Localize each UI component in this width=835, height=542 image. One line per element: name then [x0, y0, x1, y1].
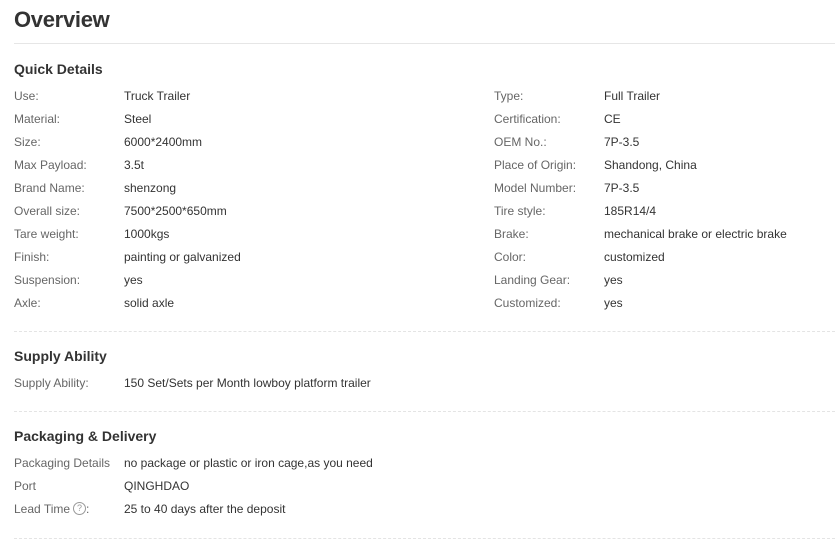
detail-value: yes: [124, 273, 143, 287]
detail-label: OEM No.:: [494, 135, 547, 149]
detail-label: Packaging Details: [14, 456, 111, 470]
detail-label: Brake:: [494, 227, 529, 241]
detail-label: Landing Gear:: [494, 273, 571, 287]
detail-row-suspension: Suspension: yes: [14, 271, 484, 289]
detail-value: Full Trailer: [604, 89, 661, 103]
detail-value: Steel: [124, 112, 152, 126]
detail-label: Axle:: [14, 296, 41, 310]
detail-value: CE: [604, 112, 621, 126]
detail-label: Color:: [494, 250, 527, 264]
detail-row-model-number: Model Number: 7P-3.5: [494, 179, 824, 197]
detail-label: Place of Origin:: [494, 158, 577, 172]
detail-label: Lead Time?:: [14, 500, 89, 518]
detail-label: Size:: [14, 135, 41, 149]
detail-value: 7500*2500*650mm: [124, 204, 227, 218]
detail-value: solid axle: [124, 296, 175, 310]
detail-row-supply-ability: Supply Ability: 150 Set/Sets per Month lo…: [14, 374, 714, 392]
detail-row-size: Size: 6000*2400mm: [14, 133, 484, 151]
detail-value: 1000kgs: [124, 227, 170, 241]
detail-value: 185R14/4: [604, 204, 657, 218]
detail-label: Customized:: [494, 296, 561, 310]
supply-ability-heading: Supply Ability: [14, 348, 107, 364]
detail-row-max-payload: Max Payload: 3.5t: [14, 156, 484, 174]
detail-row-axle: Axle: solid axle: [14, 294, 484, 312]
quick-details-heading: Quick Details: [14, 61, 103, 77]
detail-row-customized: Customized: yes: [494, 294, 824, 312]
detail-value: 3.5t: [124, 158, 145, 172]
detail-label: Use:: [14, 89, 39, 103]
detail-row-tare-weight: Tare weight: 1000kgs: [14, 225, 484, 243]
detail-value: mechanical brake or electric brake: [604, 227, 787, 241]
detail-row-tire-style: Tire style: 185R14/4: [494, 202, 824, 220]
section-divider: [14, 331, 835, 332]
detail-label: Overall size:: [14, 204, 81, 218]
detail-row-oem-no: OEM No.: 7P-3.5: [494, 133, 824, 151]
detail-row-lead-time: Lead Time?: 25 to 40 days after the depos…: [14, 500, 714, 518]
detail-value: shenzong: [124, 181, 177, 195]
detail-row-overall-size: Overall size: 7500*2500*650mm: [14, 202, 484, 220]
detail-value: yes: [604, 296, 623, 310]
detail-row-type: Type: Full Trailer: [494, 87, 824, 105]
detail-label: Finish:: [14, 250, 50, 264]
detail-row-use: Use: Truck Trailer: [14, 87, 484, 105]
detail-label: Max Payload:: [14, 158, 87, 172]
detail-label: Tare weight:: [14, 227, 79, 241]
detail-label: Model Number:: [494, 181, 577, 195]
detail-value: yes: [604, 273, 623, 287]
detail-label: Tire style:: [494, 204, 546, 218]
detail-row-packaging-details: Packaging Details no package or plastic o…: [14, 454, 714, 472]
detail-row-place-of-origin: Place of Origin: Shandong, China: [494, 156, 824, 174]
section-divider: [14, 538, 835, 539]
detail-label: Material:: [14, 112, 61, 126]
detail-row-material: Material: Steel: [14, 110, 484, 128]
detail-value: no package or plastic or iron cage,as yo…: [124, 456, 373, 470]
detail-value: 7P-3.5: [604, 181, 640, 195]
detail-row-color: Color: customized: [494, 248, 824, 266]
detail-label: Type:: [494, 89, 524, 103]
lead-time-label-text: Lead Time: [14, 502, 71, 516]
detail-row-port: Port QINGHDAO: [14, 477, 714, 495]
detail-row-landing-gear: Landing Gear: yes: [494, 271, 824, 289]
detail-value: QINGHDAO: [124, 479, 190, 493]
lead-time-label-suffix: :: [86, 502, 90, 516]
detail-label: Brand Name:: [14, 181, 85, 195]
title-divider: [14, 43, 835, 44]
detail-value: 25 to 40 days after the deposit: [124, 502, 286, 516]
detail-value: customized: [604, 250, 665, 264]
detail-value: 150 Set/Sets per Month lowboy platform t…: [124, 376, 371, 390]
detail-label: Suspension:: [14, 273, 81, 287]
detail-value: Truck Trailer: [124, 89, 191, 103]
section-divider: [14, 411, 835, 412]
detail-value: painting or galvanized: [124, 250, 241, 264]
detail-value: Shandong, China: [604, 158, 697, 172]
detail-label: Port: [14, 479, 37, 493]
packaging-delivery-heading: Packaging & Delivery: [14, 428, 157, 444]
detail-row-brand-name: Brand Name: shenzong: [14, 179, 484, 197]
detail-label: Certification:: [494, 112, 561, 126]
detail-row-certification: Certification: CE: [494, 110, 824, 128]
question-circle-icon[interactable]: ?: [73, 502, 87, 516]
detail-row-brake: Brake: mechanical brake or electric brake: [494, 225, 824, 243]
detail-row-finish: Finish: painting or galvanized: [14, 248, 484, 266]
detail-label: Supply Ability:: [14, 376, 89, 390]
detail-value: 7P-3.5: [604, 135, 640, 149]
page-title: Overview: [14, 7, 110, 32]
detail-value: 6000*2400mm: [124, 135, 203, 149]
